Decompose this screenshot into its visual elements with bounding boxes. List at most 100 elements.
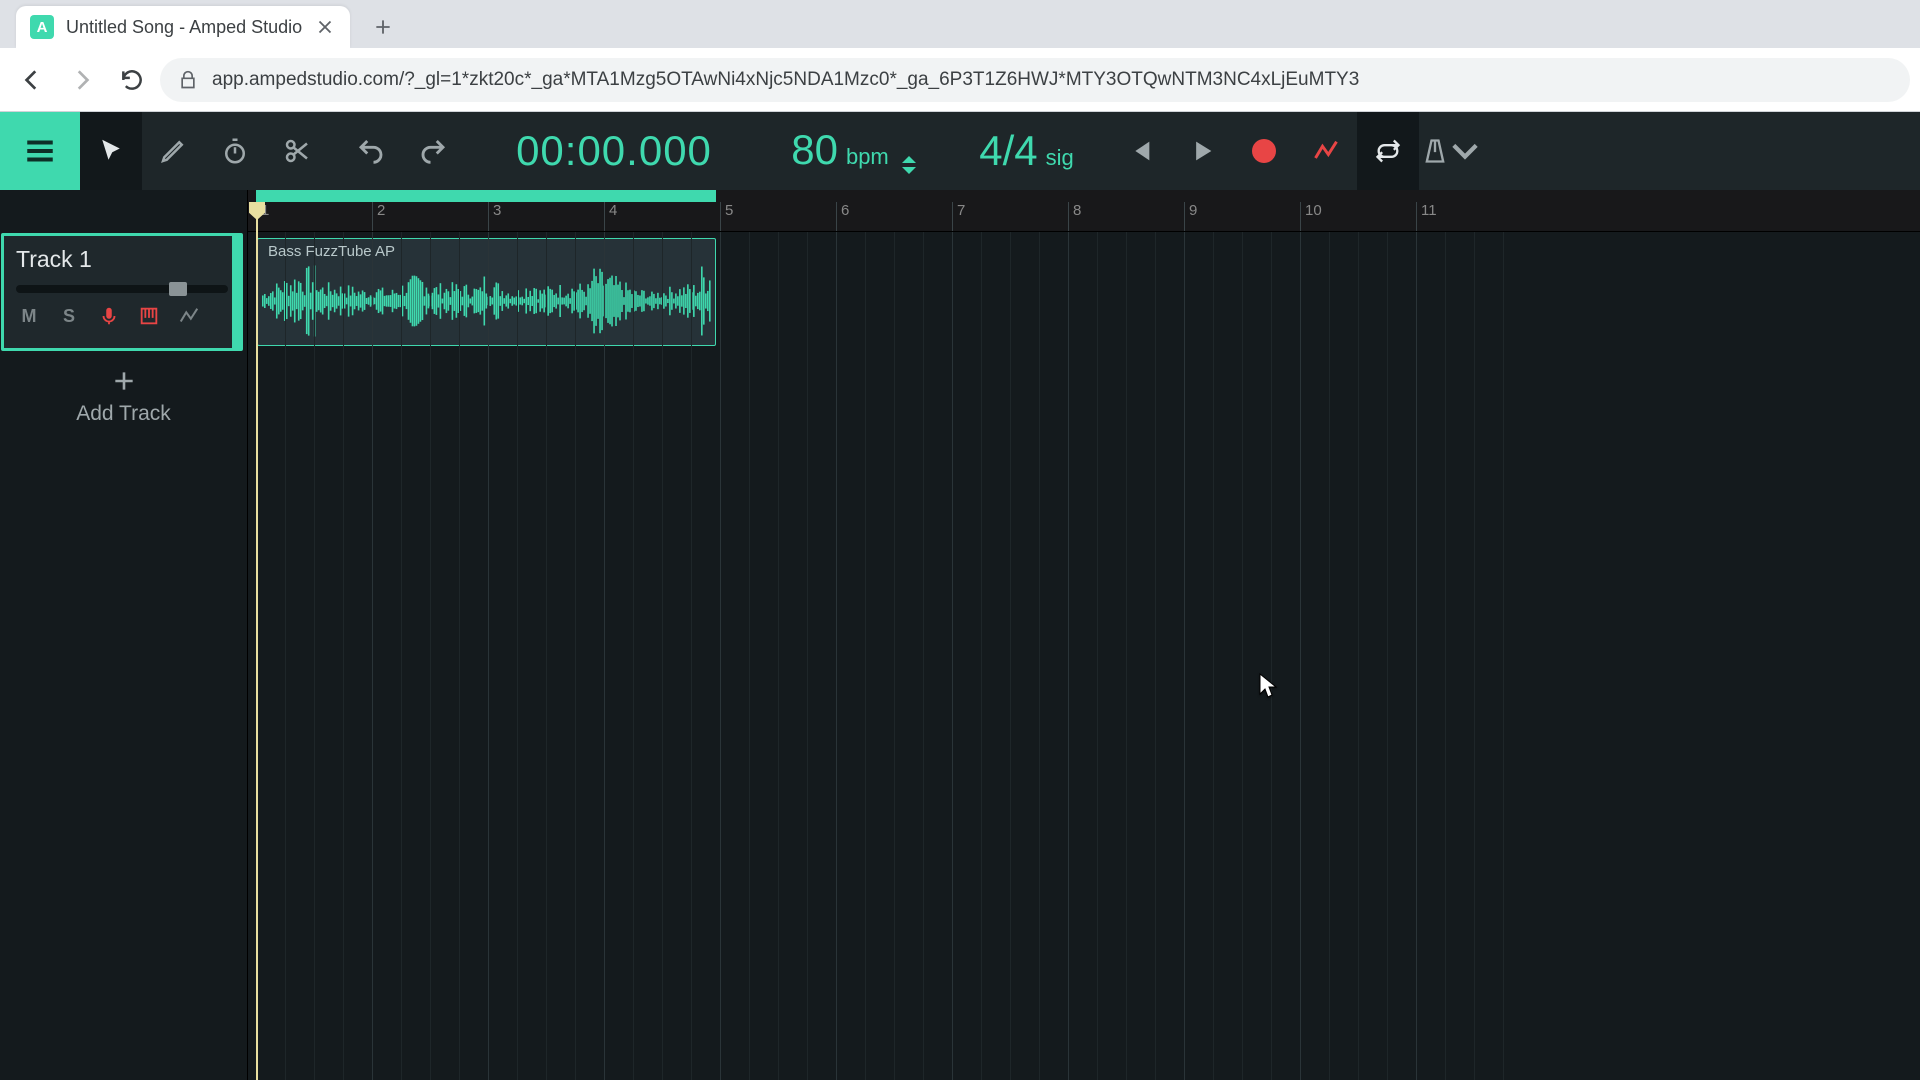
- volume-slider[interactable]: [16, 285, 228, 293]
- time-signature-control[interactable]: 4/4 sig: [944, 127, 1109, 175]
- cut-tool[interactable]: [266, 112, 328, 190]
- loop-region[interactable]: [256, 190, 716, 202]
- automation-icon: [1312, 137, 1340, 165]
- piano-icon: [138, 305, 160, 327]
- undo-button[interactable]: [340, 112, 402, 190]
- ruler-tick: 3: [488, 202, 501, 231]
- grid-line: [604, 232, 605, 1080]
- play-button[interactable]: [1171, 112, 1233, 190]
- tab-title: Untitled Song - Amped Studio: [66, 17, 302, 38]
- bpm-value: 80: [791, 126, 838, 174]
- chevron-down-icon: [1451, 137, 1479, 165]
- grid-subline: [401, 232, 402, 1080]
- waveform: [262, 261, 711, 341]
- record-button[interactable]: [1233, 112, 1295, 190]
- redo-icon: [418, 136, 448, 166]
- audio-clip[interactable]: Bass FuzzTube AP: [257, 238, 716, 346]
- ruler-tick: 5: [720, 202, 733, 231]
- grid-subline: [285, 232, 286, 1080]
- grid-subline: [1126, 232, 1127, 1080]
- timer-tool[interactable]: [204, 112, 266, 190]
- arrow-left-icon: [19, 67, 45, 93]
- ruler-tick: 4: [604, 202, 617, 231]
- grid-subline: [343, 232, 344, 1080]
- reload-icon: [119, 67, 145, 93]
- record-icon: [1252, 139, 1276, 163]
- url-input[interactable]: app.ampedstudio.com/?_gl=1*zkt20c*_ga*MT…: [160, 58, 1910, 102]
- pencil-icon: [158, 136, 188, 166]
- tab-strip: A Untitled Song - Amped Studio: [0, 0, 1920, 48]
- url-text: app.ampedstudio.com/?_gl=1*zkt20c*_ga*MT…: [212, 69, 1359, 91]
- hamburger-icon: [23, 134, 57, 168]
- grid-subline: [981, 232, 982, 1080]
- pencil-tool[interactable]: [142, 112, 204, 190]
- grid-line: [372, 232, 373, 1080]
- new-tab-button[interactable]: [366, 10, 400, 44]
- grid-subline: [1039, 232, 1040, 1080]
- bpm-control[interactable]: 80 bpm: [764, 126, 944, 176]
- pointer-tool[interactable]: [80, 112, 142, 190]
- grid-subline: [1474, 232, 1475, 1080]
- metronome-icon: [1421, 137, 1449, 165]
- automation-line-icon: [178, 305, 200, 327]
- mute-button[interactable]: M: [16, 303, 42, 329]
- grid-subline: [1271, 232, 1272, 1080]
- forward-button[interactable]: [60, 58, 104, 102]
- metronome-button[interactable]: [1419, 112, 1481, 190]
- undo-icon: [356, 136, 386, 166]
- midi-button[interactable]: [136, 303, 162, 329]
- slider-thumb[interactable]: [169, 282, 187, 296]
- track-lane[interactable]: Bass FuzzTube AP: [248, 234, 1920, 352]
- solo-button[interactable]: S: [56, 303, 82, 329]
- go-to-start-button[interactable]: [1109, 112, 1171, 190]
- sig-value: 4/4: [979, 127, 1037, 175]
- track-name[interactable]: Track 1: [16, 246, 228, 273]
- ruler-tick: 2: [372, 202, 385, 231]
- ruler-corner: [0, 190, 247, 232]
- skip-back-icon: [1126, 137, 1154, 165]
- redo-button[interactable]: [402, 112, 464, 190]
- grid-subline: [517, 232, 518, 1080]
- grid-line: [1184, 232, 1185, 1080]
- stopwatch-icon: [220, 136, 250, 166]
- close-icon: [314, 16, 336, 38]
- grid-subline: [314, 232, 315, 1080]
- main-menu-button[interactable]: [0, 112, 80, 190]
- ruler-tick: 6: [836, 202, 849, 231]
- app-root: 00:00.000 80 bpm 4/4 sig: [0, 112, 1920, 1080]
- loop-button[interactable]: [1357, 112, 1419, 190]
- back-button[interactable]: [10, 58, 54, 102]
- ruler-ticks: 1234567891011: [248, 202, 1920, 231]
- playhead[interactable]: [256, 202, 258, 1080]
- grid-line: [952, 232, 953, 1080]
- track-automation-button[interactable]: [176, 303, 202, 329]
- mouse-cursor: [1258, 672, 1278, 700]
- grid-subline: [1010, 232, 1011, 1080]
- add-track-label: Add Track: [76, 402, 171, 426]
- add-track-button[interactable]: Add Track: [0, 352, 247, 442]
- grid-subline: [430, 232, 431, 1080]
- bpm-stepper[interactable]: [901, 154, 917, 176]
- history-tools: [340, 112, 464, 190]
- grid-subline: [894, 232, 895, 1080]
- arm-record-button[interactable]: [96, 303, 122, 329]
- time-display[interactable]: 00:00.000: [464, 127, 764, 175]
- close-tab-button[interactable]: [314, 16, 336, 38]
- bpm-unit: bpm: [846, 144, 889, 170]
- timeline: 1234567891011 Bass FuzzTube AP: [248, 190, 1920, 1080]
- grid-subline: [778, 232, 779, 1080]
- automation-button[interactable]: [1295, 112, 1357, 190]
- track-header[interactable]: Track 1 M S: [1, 233, 243, 351]
- reload-button[interactable]: [110, 58, 154, 102]
- ruler-tick: 8: [1068, 202, 1081, 231]
- grid-line: [836, 232, 837, 1080]
- edit-tools: [80, 112, 328, 190]
- clip-label: Bass FuzzTube AP: [268, 243, 395, 260]
- browser-tab[interactable]: A Untitled Song - Amped Studio: [16, 6, 350, 48]
- tracks-area[interactable]: Bass FuzzTube AP: [248, 232, 1920, 1080]
- ruler-tick: 9: [1184, 202, 1197, 231]
- ruler[interactable]: 1234567891011: [248, 190, 1920, 232]
- favicon: A: [30, 15, 54, 39]
- grid-subline: [575, 232, 576, 1080]
- grid-line: [720, 232, 721, 1080]
